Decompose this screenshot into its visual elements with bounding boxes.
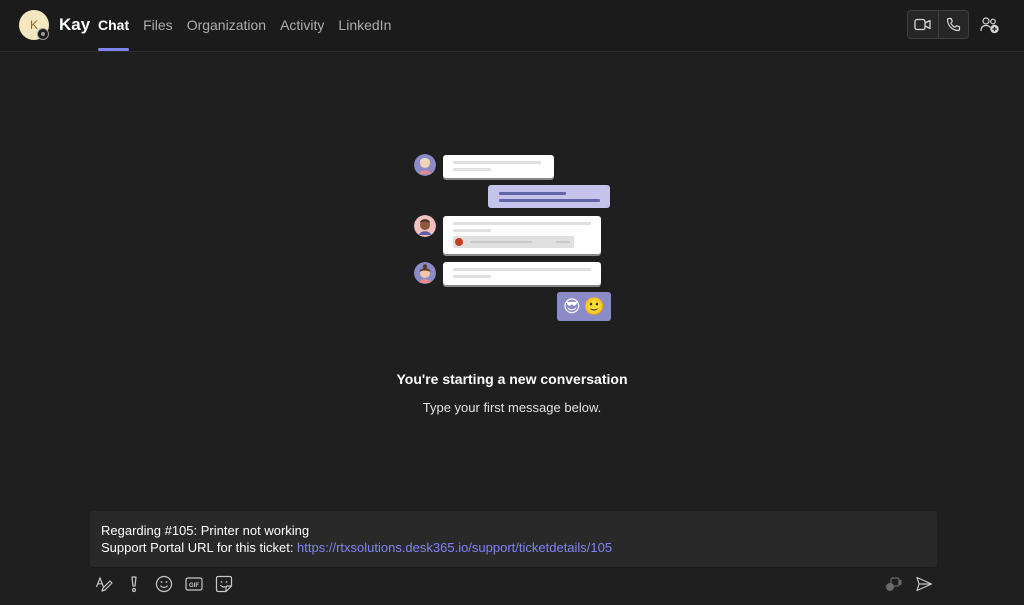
- gif-icon: GIF: [184, 576, 203, 591]
- message-compose-box[interactable]: Regarding #105: Printer not working Supp…: [90, 511, 937, 568]
- send-icon: [915, 576, 932, 591]
- tab-activity[interactable]: Activity: [280, 0, 324, 52]
- illustration-bubble-4: [443, 262, 601, 285]
- tab-files[interactable]: Files: [143, 0, 173, 52]
- illustration-bubble-1: [443, 155, 554, 178]
- illustration-avatar-2: [414, 215, 436, 237]
- video-call-button[interactable]: [908, 11, 938, 38]
- important-button[interactable]: [124, 574, 143, 593]
- app-header: K Kay Chat Files Organization Activity L…: [0, 0, 1024, 52]
- illustration-bubble-2: [488, 185, 610, 208]
- loop-button[interactable]: [884, 574, 903, 593]
- format-button[interactable]: [94, 574, 113, 593]
- compose-line-2: Support Portal URL for this ticket: http…: [101, 539, 926, 556]
- send-button[interactable]: [914, 574, 933, 593]
- format-icon: [95, 575, 113, 592]
- tab-chat[interactable]: Chat: [98, 0, 130, 52]
- illustration-avatar-1: [414, 154, 436, 176]
- important-icon: [130, 575, 137, 592]
- tab-bar: Chat Files Organization Activity LinkedI…: [98, 0, 405, 52]
- smile-emoji: 🙂: [583, 296, 605, 316]
- new-conversation-illustration: 😎 🙂: [412, 150, 616, 326]
- illustration-emoji-bubble: 😎 🙂: [557, 292, 611, 321]
- audio-call-button[interactable]: [937, 11, 968, 38]
- compose-line-2-prefix: Support Portal URL for this ticket:: [101, 540, 298, 555]
- emoji-icon: [155, 575, 172, 592]
- tab-organization[interactable]: Organization: [187, 0, 266, 52]
- sunglasses-emoji: 😎: [563, 296, 581, 316]
- powerpoint-file-icon: [455, 238, 463, 246]
- compose-line-1: Regarding #105: Printer not working: [101, 523, 310, 538]
- gif-button[interactable]: GIF: [184, 574, 203, 593]
- svg-text:GIF: GIF: [189, 583, 199, 589]
- illustration-bubble-3: [443, 216, 601, 254]
- video-camera-icon: [914, 18, 932, 31]
- people-add-icon: [980, 17, 999, 34]
- phone-icon: [946, 17, 961, 32]
- ticket-link[interactable]: https://rtxsolutions.desk365.io/support/…: [297, 540, 612, 555]
- illustration-avatar-3: [414, 262, 436, 284]
- compose-toolbar: GIF: [94, 574, 233, 593]
- empty-state-subtitle: Type your first message below.: [422, 400, 602, 415]
- chat-user-name: Kay: [59, 15, 91, 34]
- empty-state-title: You're starting a new conversation: [396, 371, 628, 387]
- sticker-icon: [215, 575, 232, 592]
- tab-linkedin[interactable]: LinkedIn: [338, 0, 391, 52]
- avatar-initial: K: [29, 18, 38, 32]
- add-people-button[interactable]: [978, 13, 1002, 37]
- loop-icon: [885, 576, 901, 591]
- emoji-button[interactable]: [154, 574, 173, 593]
- call-button-group: [907, 10, 969, 39]
- sticker-button[interactable]: [214, 574, 233, 593]
- presence-status-icon: [37, 28, 49, 40]
